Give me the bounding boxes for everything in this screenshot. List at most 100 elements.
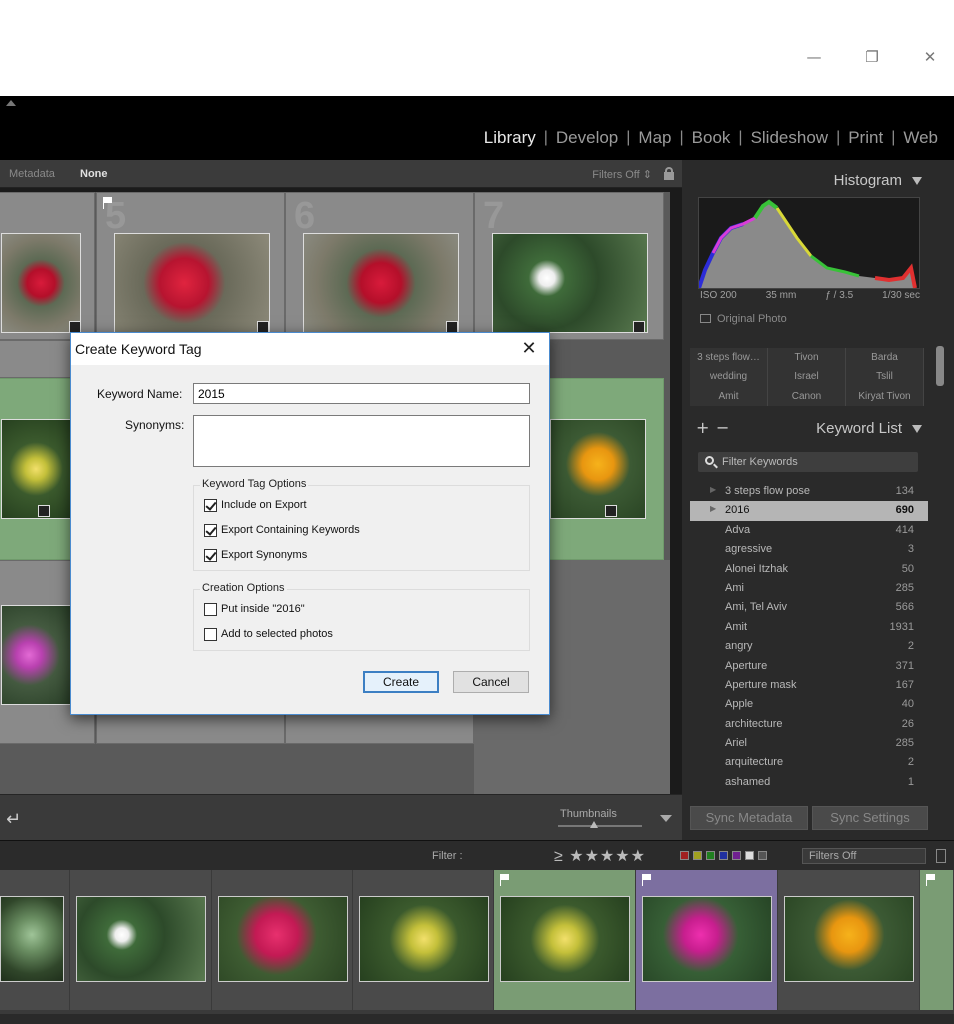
cancel-button[interactable]: Cancel — [453, 671, 529, 693]
keyword-suggestion[interactable]: Tslil — [846, 367, 924, 387]
red-label-chip[interactable] — [680, 851, 689, 860]
filter-keywords-input[interactable]: Filter Keywords — [698, 452, 918, 472]
photo-thumbnail[interactable] — [114, 233, 270, 333]
collapse-triangle-icon[interactable] — [912, 425, 922, 433]
keyword-row[interactable]: arquitecture 2 — [690, 753, 928, 772]
right-panel-scrollbar[interactable] — [936, 346, 944, 386]
none-label-chip[interactable] — [758, 851, 767, 860]
blue-label-chip[interactable] — [719, 851, 728, 860]
keyword-row[interactable]: ▶ 3 steps flow pose 134 — [690, 482, 928, 501]
original-photo-toggle[interactable]: Original Photo — [700, 313, 787, 325]
synonyms-input[interactable] — [193, 415, 530, 467]
thumbnail-slider-knob[interactable] — [590, 821, 598, 828]
flag-icon[interactable] — [926, 874, 936, 886]
module-develop[interactable]: Develop — [548, 128, 626, 148]
collapse-triangle-icon[interactable] — [912, 177, 922, 185]
keyword-row[interactable]: Ami, Tel Aviv 566 — [690, 598, 928, 617]
add-to-selected-checkbox[interactable] — [204, 628, 217, 641]
filmstrip-cell-selected[interactable] — [920, 870, 954, 1010]
remove-keyword-icon[interactable]: − — [716, 418, 729, 437]
keyword-row[interactable]: angry 2 — [690, 637, 928, 656]
keyword-row[interactable]: agressive 3 — [690, 540, 928, 559]
photo-thumbnail[interactable] — [303, 233, 459, 333]
close-window-icon[interactable]: ✕ — [916, 46, 944, 68]
original-photo-checkbox[interactable] — [700, 314, 711, 323]
add-keyword-icon[interactable]: + — [696, 418, 709, 437]
filmstrip-thumbnail[interactable] — [642, 896, 772, 982]
keyword-row[interactable]: ashamed 1 — [690, 773, 928, 792]
filters-off-dropdown[interactable]: Filters Off ⇕ — [592, 168, 652, 181]
keyword-row[interactable]: Apple 40 — [690, 695, 928, 714]
module-web[interactable]: Web — [895, 128, 946, 148]
keyword-row[interactable]: Adva 414 — [690, 521, 928, 540]
filter-metadata-tab[interactable]: Metadata — [9, 168, 55, 180]
filmstrip-cell[interactable] — [353, 870, 494, 1010]
histogram-header[interactable]: Histogram — [688, 164, 930, 194]
flag-icon[interactable] — [500, 874, 510, 886]
rating-filter-stars[interactable]: ≥ ★★★★★ — [554, 846, 646, 866]
keyword-row[interactable]: Amit 1931 — [690, 618, 928, 637]
keyword-row[interactable]: Aperture mask 167 — [690, 676, 928, 695]
purple-label-chip[interactable] — [732, 851, 741, 860]
keyword-list-header[interactable]: + − Keyword List — [688, 412, 930, 442]
filter-none-tab[interactable]: None — [80, 168, 108, 180]
grid-cell[interactable]: 5 — [96, 192, 285, 340]
filmstrip-thumbnail[interactable] — [0, 896, 64, 982]
photo-thumbnail[interactable] — [492, 233, 648, 333]
filmstrip-cell[interactable] — [0, 870, 70, 1010]
grid-cell[interactable] — [0, 192, 95, 340]
expand-arrow-icon[interactable]: ▶ — [710, 485, 716, 494]
module-library[interactable]: Library — [476, 128, 544, 148]
sync-settings-button[interactable]: Sync Settings — [812, 806, 928, 830]
restore-icon[interactable]: ❐ — [858, 46, 886, 68]
minimize-icon[interactable]: — — [800, 46, 828, 68]
filmstrip-cell-active[interactable] — [636, 870, 778, 1010]
keyword-name-input[interactable] — [193, 383, 530, 404]
keyword-row[interactable]: Ami 285 — [690, 579, 928, 598]
filter-switch-icon[interactable] — [936, 849, 946, 863]
close-icon[interactable]: ✕ — [517, 337, 541, 361]
grid-cell[interactable]: 7 — [474, 192, 664, 340]
keyword-suggestion[interactable]: Barda — [846, 348, 924, 368]
filmstrip-cell[interactable] — [212, 870, 353, 1010]
filmstrip-thumbnail[interactable] — [76, 896, 206, 982]
export-containing-checkbox[interactable] — [204, 524, 217, 537]
filmstrip-cell[interactable] — [778, 870, 920, 1010]
module-map[interactable]: Map — [630, 128, 679, 148]
photo-thumbnail[interactable] — [1, 605, 71, 705]
module-print[interactable]: Print — [840, 128, 891, 148]
filmstrip-thumbnail[interactable] — [784, 896, 914, 982]
keyword-suggestion[interactable]: Amit — [690, 386, 768, 406]
include-on-export-checkbox[interactable] — [204, 499, 217, 512]
photo-thumbnail[interactable] — [1, 233, 81, 333]
return-icon[interactable]: ↵ — [6, 809, 21, 830]
collapse-top-panel-icon[interactable] — [6, 100, 16, 106]
create-button[interactable]: Create — [363, 671, 439, 693]
filmstrip-cell-selected[interactable] — [494, 870, 636, 1010]
export-synonyms-checkbox[interactable] — [204, 549, 217, 562]
white-label-chip[interactable] — [745, 851, 754, 860]
keyword-suggestion[interactable]: Kiryat Tivon — [846, 386, 924, 406]
keyword-row[interactable]: architecture 26 — [690, 715, 928, 734]
keyword-suggestion[interactable]: wedding — [690, 367, 768, 387]
expand-arrow-icon[interactable]: ▶ — [710, 504, 716, 513]
keyword-suggestion[interactable]: 3 steps flow… — [690, 348, 768, 368]
toolbar-menu-icon[interactable] — [660, 815, 672, 822]
module-slideshow[interactable]: Slideshow — [743, 128, 837, 148]
filmstrip-cell[interactable] — [70, 870, 212, 1010]
filmstrip-filters-dropdown[interactable]: Filters Off — [802, 848, 926, 864]
keyword-row[interactable]: ▶ 2016 690 — [690, 501, 928, 521]
photo-thumbnail[interactable] — [1, 419, 71, 519]
keyword-suggestion[interactable]: Tivon — [768, 348, 846, 368]
flag-icon[interactable] — [642, 874, 652, 886]
grid-cell[interactable]: 6 — [285, 192, 474, 340]
green-label-chip[interactable] — [706, 851, 715, 860]
keyword-suggestion[interactable]: Canon — [768, 386, 846, 406]
filmstrip-scrollbar[interactable] — [0, 1014, 954, 1024]
lock-icon[interactable] — [664, 167, 674, 180]
put-inside-checkbox[interactable] — [204, 603, 217, 616]
sync-metadata-button[interactable]: Sync Metadata — [690, 806, 808, 830]
thumbnail-size-slider[interactable] — [558, 825, 642, 827]
filmstrip-thumbnail[interactable] — [359, 896, 489, 982]
yellow-label-chip[interactable] — [693, 851, 702, 860]
